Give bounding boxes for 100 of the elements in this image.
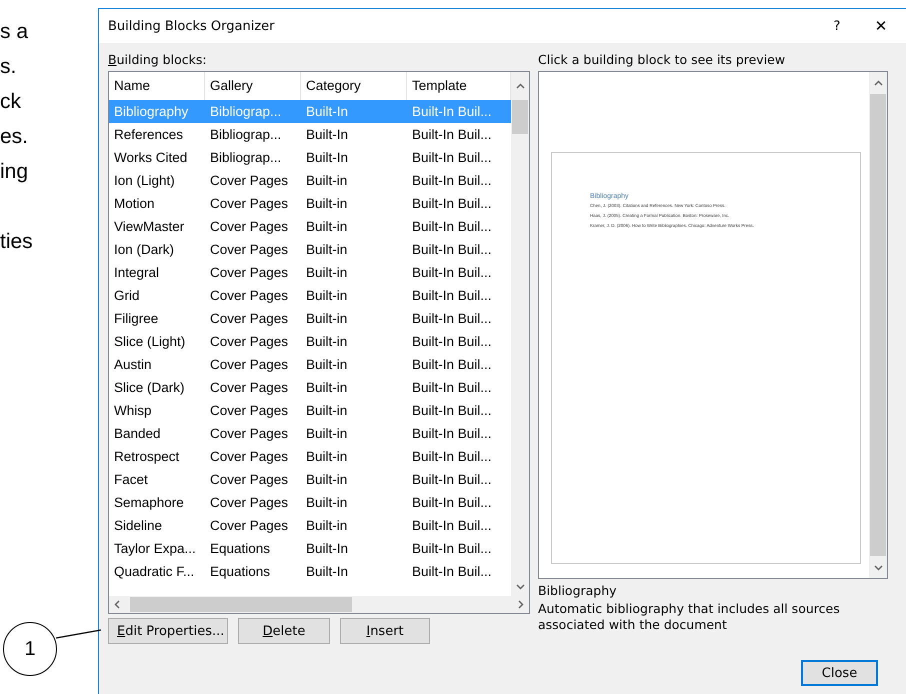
table-cell-text: Cover Pages — [209, 242, 290, 257]
table-cell-text: Cover Pages — [209, 495, 290, 510]
table-cell-text: Cover Pages — [209, 196, 290, 211]
table-cell-text: Cover Pages — [209, 219, 290, 234]
window-title: Building Blocks Organizer — [108, 18, 276, 34]
table-cell-text: Built-In Buil... — [411, 265, 493, 280]
scrollbar-thumb[interactable] — [870, 94, 886, 556]
table-cell-text: Cover Pages — [209, 265, 290, 280]
scroll-left-icon[interactable] — [113, 600, 122, 609]
table-cell-text: Bibliography — [113, 104, 190, 119]
body-text: ing — [0, 159, 30, 185]
block-description: Automatic bibliography that includes all sources associated with the document — [538, 601, 841, 633]
list-row[interactable]: Filigree Cover Pages Built-in Built-In Buil... — [109, 307, 511, 330]
table-cell-text: Ion (Dark) — [113, 242, 176, 257]
table-cell-text: Built-in — [305, 242, 348, 257]
vertical-scrollbar[interactable] — [869, 72, 887, 578]
table-cell-text: Built-in — [305, 334, 348, 349]
table-cell-text: Facet — [113, 472, 149, 487]
table-cell-text: Built-in — [305, 403, 348, 418]
table-cell-text: Retrospect — [113, 449, 180, 464]
table-cell-text: Built-In Buil... — [411, 403, 493, 418]
scrollbar-thumb[interactable] — [130, 597, 352, 612]
scroll-down-icon[interactable] — [516, 582, 524, 590]
table-cell-text: ViewMaster — [113, 219, 186, 234]
table-cell-text: References — [113, 127, 184, 142]
list-row[interactable]: References Bibliograp... Built-In Built-In Buil... — [109, 123, 511, 146]
list-row[interactable]: Whisp Cover Pages Built-in Built-In Buil... — [109, 399, 511, 422]
table-cell-text: Built-In Buil... — [411, 334, 493, 349]
table-cell-text: Built-In Buil... — [411, 472, 493, 487]
scrollbar-thumb[interactable] — [512, 100, 528, 134]
list-row[interactable]: Retrospect Cover Pages Built-in Built-In Buil... — [109, 445, 511, 468]
table-cell-text: Built-in — [305, 472, 348, 487]
table-cell-text: Whisp — [113, 403, 153, 418]
table-cell-text: Built-In Buil... — [411, 311, 493, 326]
body-text: ties — [0, 229, 34, 255]
leader-line — [56, 629, 102, 639]
list-row[interactable]: Taylor Expa... Equations Built-In Built-In Buil... — [109, 537, 511, 560]
table-cell-text: Built-in — [305, 219, 348, 234]
table-cell-text: Built-In Buil... — [411, 357, 493, 372]
scroll-up-icon[interactable] — [516, 82, 524, 90]
action-button[interactable]: Delete — [238, 618, 330, 644]
table-cell-text: Integral — [113, 265, 160, 280]
table-cell-text: Built-In Buil... — [411, 173, 493, 188]
body-text: ck — [0, 89, 22, 115]
list-row[interactable]: Banded Cover Pages Built-in Built-In Buil... — [109, 422, 511, 445]
table-cell-text: Cover Pages — [209, 518, 290, 533]
table-cell-text: Cover Pages — [209, 334, 290, 349]
table-cell-text: Built-In Buil... — [411, 564, 493, 579]
table-cell-text: Sideline — [113, 518, 164, 533]
table-cell-text: Cover Pages — [209, 311, 290, 326]
table-cell-text: Slice (Light) — [113, 334, 186, 349]
table-cell-text: Cover Pages — [209, 380, 290, 395]
table-cell-text: Equations — [209, 564, 272, 579]
list-row[interactable]: Works Cited Bibliograp... Built-In Built-In Buil... — [109, 146, 511, 169]
table-cell-text: Built-in — [305, 426, 348, 441]
table-cell-text: Built-in — [305, 311, 348, 326]
list-row[interactable]: Quadratic F... Equations Built-In Built-In Buil... — [109, 560, 511, 583]
list-row[interactable]: ViewMaster Cover Pages Built-in Built-In Buil... — [109, 215, 511, 238]
block-name: Bibliography — [538, 583, 618, 600]
table-cell-text: Quadratic F... — [113, 564, 196, 579]
table-cell-text: Built-in — [305, 380, 348, 395]
vertical-scrollbar[interactable] — [511, 72, 529, 596]
list-row[interactable]: Austin Cover Pages Built-in Built-In Buil... — [109, 353, 511, 376]
scroll-up-icon[interactable] — [874, 78, 882, 88]
list-label: Building blocks: — [108, 52, 208, 69]
list-row[interactable]: Grid Cover Pages Built-in Built-In Buil... — [109, 284, 511, 307]
list-row[interactable]: Ion (Light) Cover Pages Built-in Built-In Buil... — [109, 169, 511, 192]
preview-label: Click a building block to see its preview — [538, 52, 786, 69]
list-row[interactable]: Slice (Dark) Cover Pages Built-in Built-In Buil... — [109, 376, 511, 399]
table-cell-text: Built-In Buil... — [411, 196, 493, 211]
table-cell-text: Cover Pages — [209, 173, 290, 188]
list-row[interactable]: Integral Cover Pages Built-in Built-In Buil... — [109, 261, 511, 284]
action-button[interactable]: Edit Properties... — [108, 618, 228, 644]
table-cell-text: Built-In — [305, 150, 350, 165]
close-dialog-button[interactable]: Close — [801, 660, 878, 686]
table-cell-text: Ion (Light) — [113, 173, 176, 188]
callout-number: 1 — [3, 622, 57, 676]
body-text: s. — [0, 54, 18, 80]
table-cell-text: Built-In Buil... — [411, 449, 493, 464]
list-row[interactable]: Semaphore Cover Pages Built-in Built-In Buil... — [109, 491, 511, 514]
table-cell-text: Cover Pages — [209, 449, 290, 464]
table-cell-text: Built-In — [305, 541, 350, 556]
action-button[interactable]: Insert — [340, 618, 430, 644]
table-cell-text: Built-in — [305, 288, 348, 303]
list-row[interactable]: Sideline Cover Pages Built-in Built-In Buil... — [109, 514, 511, 537]
list-row[interactable]: Slice (Light) Cover Pages Built-in Built-In Buil... — [109, 330, 511, 353]
table-cell-text: Built-In Buil... — [411, 150, 493, 165]
table-cell-text: Built-In Buil... — [411, 242, 493, 257]
table-cell-text: Built-In Buil... — [411, 495, 493, 510]
list-row[interactable]: Ion (Dark) Cover Pages Built-in Built-In Buil... — [109, 238, 511, 261]
list-row[interactable]: Motion Cover Pages Built-in Built-In Buil... — [109, 192, 511, 215]
horizontal-scrollbar[interactable] — [109, 596, 529, 613]
scroll-right-icon[interactable] — [516, 600, 525, 609]
table-cell-text: Cover Pages — [209, 288, 290, 303]
list-row[interactable]: Facet Cover Pages Built-in Built-In Buil... — [109, 468, 511, 491]
table-cell-text: Bibliograp... — [209, 150, 282, 165]
help-button[interactable]: ? — [822, 18, 852, 34]
table-cell-text: Built-In Buil... — [411, 426, 493, 441]
close-button[interactable]: ✕ — [864, 17, 898, 35]
scroll-down-icon[interactable] — [874, 562, 882, 572]
